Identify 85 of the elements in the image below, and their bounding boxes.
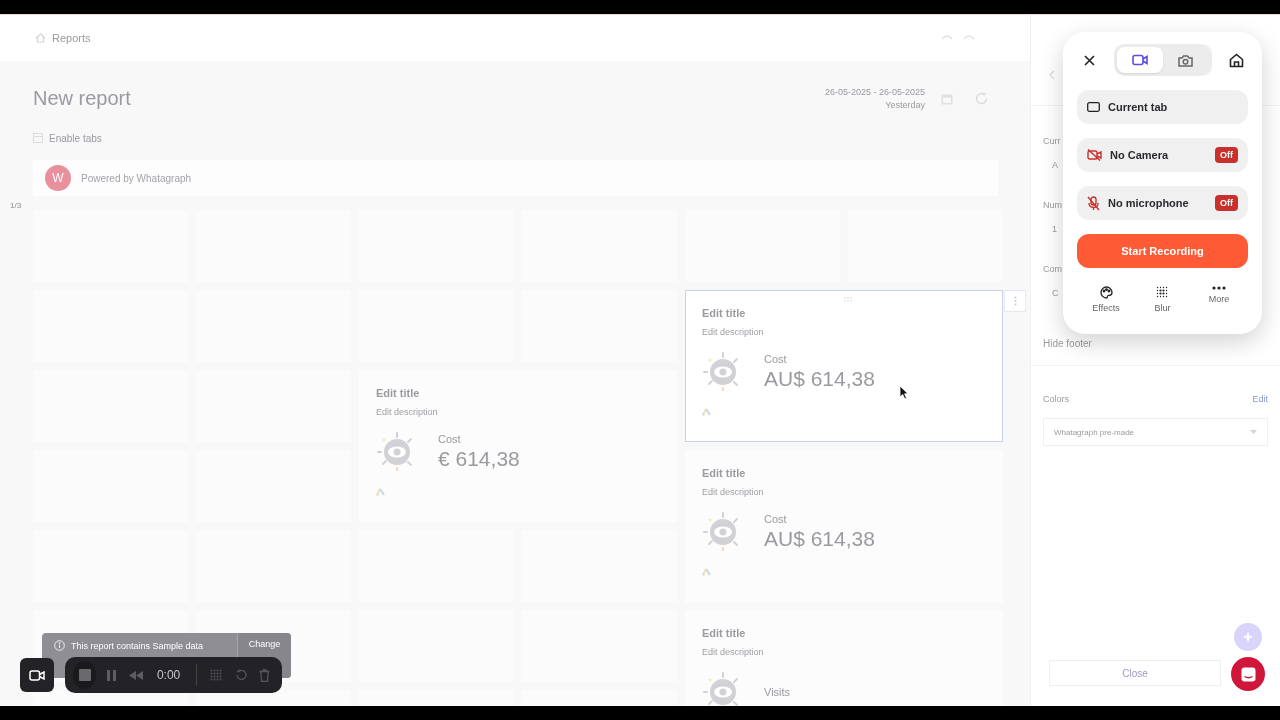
kebab-icon — [1013, 296, 1017, 306]
field-label: Num — [1043, 200, 1062, 210]
edit-link[interactable]: Edit — [1252, 394, 1268, 404]
ads-logo-icon — [702, 567, 712, 576]
metric-widget[interactable]: Edit title Edit description Cost € 614,38 — [359, 370, 677, 522]
hide-footer-toggle[interactable]: Hide footer — [1043, 338, 1092, 365]
home-icon — [1228, 52, 1244, 68]
widget-description[interactable]: Edit description — [702, 327, 764, 337]
refresh-icon[interactable] — [975, 92, 988, 105]
blur-icon — [210, 669, 223, 681]
video-camera-icon — [29, 669, 45, 681]
metric-widget[interactable]: Edit title Edit description Visits — [685, 610, 1003, 706]
close-button[interactable]: Close — [1049, 660, 1221, 686]
tabs-icon — [33, 133, 43, 143]
restart-icon — [234, 669, 247, 681]
microphone-off-icon — [1087, 195, 1100, 211]
field-value[interactable]: C — [1052, 288, 1059, 298]
stop-icon — [78, 669, 91, 681]
pause-icon — [106, 669, 116, 681]
rewind-icon — [128, 670, 143, 680]
sparkle-icon — [1242, 631, 1254, 643]
metric-label: Cost — [764, 513, 787, 525]
camera-off-icon — [1087, 149, 1102, 161]
device-toggle[interactable]: No microphone Off — [1077, 186, 1248, 220]
redo-icon[interactable] — [963, 34, 975, 42]
breadcrumb-link[interactable]: Reports — [52, 32, 91, 44]
field-value[interactable]: A — [1052, 160, 1058, 170]
metric-value: AU$ 614,38 — [764, 367, 875, 391]
page-marker: 1/3 — [10, 201, 22, 210]
colors-label: Colors — [1043, 394, 1069, 404]
close-icon — [1083, 54, 1095, 66]
metric-label: Cost — [438, 433, 461, 445]
blur-icon — [1156, 286, 1169, 299]
status-badge: Off — [1215, 195, 1238, 211]
tool-button[interactable]: More — [1194, 286, 1244, 313]
widget-title[interactable]: Edit title — [376, 387, 420, 399]
start-recording-button[interactable]: Start Recording — [1077, 234, 1248, 268]
widget-title[interactable]: Edit title — [702, 467, 746, 479]
status-badge: Off — [1215, 147, 1238, 163]
video-camera-icon — [1131, 54, 1148, 66]
info-icon — [54, 640, 65, 651]
metric-label: Cost — [764, 353, 787, 365]
ads-logo-icon — [376, 487, 386, 496]
widget-description[interactable]: Edit description — [702, 487, 764, 497]
field-value[interactable]: 1 — [1052, 224, 1057, 234]
recording-timer: 0:00 — [156, 668, 181, 682]
trash-icon — [259, 668, 271, 682]
report-title[interactable]: New report — [33, 87, 131, 110]
date-range: 26-05-2025 - 26-05-2025 — [824, 85, 925, 99]
palette-icon — [1099, 286, 1113, 299]
enable-tabs-toggle[interactable]: Enable tabs — [49, 132, 102, 144]
mode-tab[interactable] — [1116, 47, 1163, 73]
widget-menu-button[interactable] — [1004, 290, 1026, 312]
widget-description[interactable]: Edit description — [702, 647, 764, 657]
metric-value: AU$ 614,38 — [764, 527, 875, 551]
chat-icon — [1240, 666, 1256, 682]
metric-widget[interactable]: Edit title Edit description Cost AU$ 614,38 — [685, 450, 1003, 602]
metric-label: Visits — [764, 686, 791, 698]
camera-icon — [1178, 53, 1193, 67]
color-theme-dropdown[interactable]: Whatagraph pre-made — [1043, 418, 1268, 446]
powered-by-text: Powered by Whatagraph — [81, 172, 192, 184]
stop-button[interactable] — [73, 661, 97, 689]
caret-icon — [1250, 430, 1257, 434]
tool-button[interactable]: Blur — [1137, 286, 1188, 313]
undo-icon[interactable] — [941, 34, 953, 42]
camera-toggle-button[interactable] — [20, 658, 54, 692]
field-label: Curr — [1043, 136, 1061, 146]
capture-source-button[interactable]: Current tab — [1077, 90, 1248, 124]
metric-value: € 614,38 — [438, 447, 520, 471]
field-label: Com — [1043, 264, 1062, 274]
widget-title[interactable]: Edit title — [702, 627, 746, 639]
sample-data-text: This report contains Sample data — [71, 640, 204, 651]
mouse-cursor-icon — [899, 385, 909, 400]
browser-tab-icon — [1087, 102, 1100, 112]
calendar-icon[interactable] — [941, 92, 953, 105]
ads-logo-icon — [702, 407, 712, 416]
date-preset: Yesterday — [884, 98, 925, 112]
brand-logo: W — [45, 165, 71, 191]
more-icon — [1212, 286, 1226, 290]
device-toggle[interactable]: No Camera Off — [1077, 138, 1248, 172]
tool-button[interactable]: Effects — [1081, 286, 1131, 313]
widget-description[interactable]: Edit description — [376, 407, 438, 417]
chevron-left-icon[interactable] — [1049, 70, 1055, 80]
widget-title[interactable]: Edit title — [702, 307, 746, 319]
home-icon — [35, 33, 46, 43]
